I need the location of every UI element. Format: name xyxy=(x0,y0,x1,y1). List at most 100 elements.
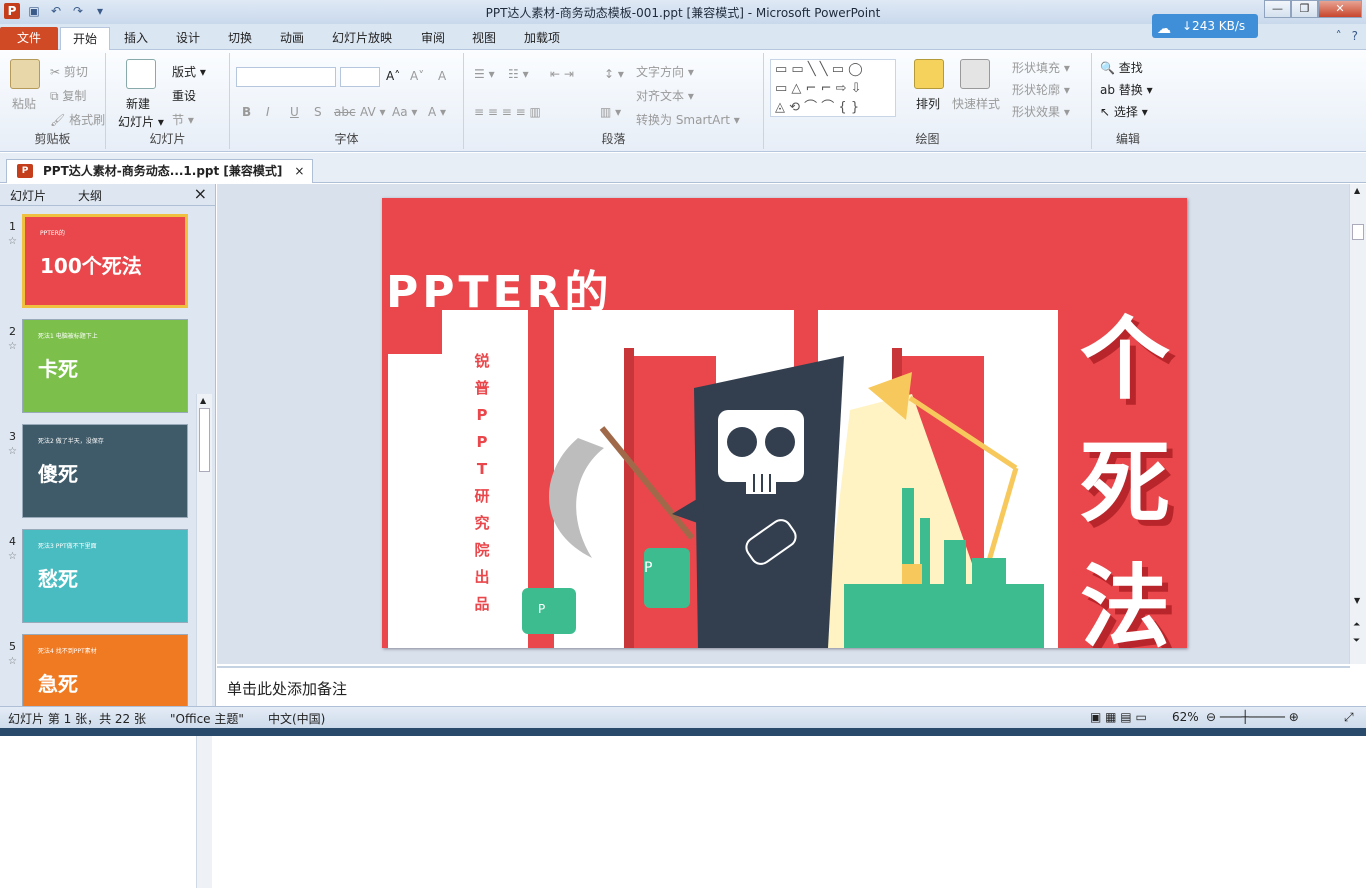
arrange-icon[interactable] xyxy=(914,59,944,89)
help-icon[interactable]: ? xyxy=(1352,29,1358,43)
slide-thumbnail[interactable]: 死法2 做了半天，没保存 傻死 xyxy=(22,424,188,518)
quick-styles-button[interactable]: 快速样式 xyxy=(952,95,1000,112)
tab-animations[interactable]: 动画 xyxy=(268,27,316,50)
paragraph-label: 段落 xyxy=(601,132,626,146)
chair xyxy=(644,548,690,608)
indent-icon[interactable]: ⇤ ⇥ xyxy=(550,67,574,81)
side-text: 锐普PPT研究院出品 xyxy=(474,352,490,613)
minimize-ribbon-icon[interactable]: ˄ xyxy=(1336,29,1342,43)
shape-fill-button[interactable]: 形状填充 ▾ xyxy=(1012,59,1070,76)
new-slide-icon[interactable] xyxy=(126,59,156,89)
prev-slide-icon[interactable]: ⏶ xyxy=(1353,620,1360,630)
slide-heading: PPTER的 xyxy=(386,267,613,318)
theme-name[interactable]: "Office 主题" xyxy=(170,710,244,727)
scroll-thumb-right[interactable] xyxy=(1352,224,1364,240)
cloud-icon: ☁ xyxy=(1157,21,1171,37)
scroll-up-right-icon[interactable]: ▲ xyxy=(1354,186,1360,195)
copy-button[interactable]: ⧉ 复制 xyxy=(50,87,86,104)
scroll-up-icon[interactable]: ▲ xyxy=(200,396,206,405)
tab-outline-pane[interactable]: 大纲 xyxy=(78,187,102,204)
shape-outline-button[interactable]: 形状轮廓 ▾ xyxy=(1012,81,1070,98)
new-slide-button[interactable]: 新建 xyxy=(126,95,150,112)
line-spacing-icon[interactable]: ↕ ▾ xyxy=(604,67,624,81)
quick-styles-icon[interactable] xyxy=(960,59,990,89)
font-size-combo[interactable] xyxy=(340,67,380,87)
numbering-icon[interactable]: ☷ ▾ xyxy=(508,67,529,81)
netspeed-badge: ☁ ↓243 KB/s xyxy=(1152,14,1258,38)
bold-button[interactable]: B xyxy=(242,105,251,119)
shapes-gallery[interactable]: ▭ ▭ ╲ ╲ ▭ ◯ ▭ △ ⌐ ⌐ ⇨ ⇩ ◬ ⟲ ⌒ ⌒ { } xyxy=(770,59,896,117)
align-icons[interactable]: ≡ ≡ ≡ ≡ ▥ xyxy=(474,105,541,119)
minimize-button[interactable]: — xyxy=(1264,0,1291,18)
align-text-button[interactable]: 对齐文本 ▾ xyxy=(636,87,694,104)
shrink-font-button[interactable]: A˅ xyxy=(410,69,424,83)
font-name-combo[interactable] xyxy=(236,67,336,87)
tab-slides-pane[interactable]: 幻灯片 xyxy=(10,187,46,204)
smartart-button[interactable]: 转换为 SmartArt ▾ xyxy=(636,111,740,128)
new-slide-dropdown[interactable]: 幻灯片 ▾ xyxy=(118,113,164,130)
panel-scrollbar[interactable]: ▲ xyxy=(196,394,212,888)
drawing-label: 绘图 xyxy=(915,132,940,146)
language[interactable]: 中文(中国) xyxy=(268,710,325,727)
view-buttons[interactable]: ▣ ▦ ▤ ▭ xyxy=(1090,710,1147,724)
grow-font-button[interactable]: A˄ xyxy=(386,69,400,83)
arrange-button[interactable]: 排列 xyxy=(916,95,940,112)
fit-slide-icon[interactable]: ⤢ xyxy=(1344,710,1354,725)
font-color-button[interactable]: A ▾ xyxy=(428,105,446,119)
reset-button[interactable]: 重设 xyxy=(172,87,196,104)
ribbon: 粘贴 ✂ 剪切 ⧉ 复制 🖌 格式刷 剪贴板 新建 幻灯片 ▾ 版式 ▾ 重设 … xyxy=(0,50,1366,152)
window-controls: — ❐ ✕ xyxy=(1264,0,1362,18)
tab-addins[interactable]: 加载项 xyxy=(512,27,572,50)
thumb-number: 1 xyxy=(9,220,16,233)
editing-group: 🔍 查找 ab 替换 ▾ ↖ 选择 ▾ 编辑 xyxy=(1092,53,1164,149)
notes-pane[interactable]: 单击此处添加备注 xyxy=(217,666,1350,706)
tab-review[interactable]: 审阅 xyxy=(409,27,457,50)
shadow-button[interactable]: S xyxy=(314,105,322,119)
close-doc-icon[interactable]: × xyxy=(294,160,304,182)
paste-button[interactable]: 粘贴 xyxy=(12,95,36,112)
clear-format-button[interactable]: A xyxy=(438,69,446,83)
section-button[interactable]: 节 ▾ xyxy=(172,111,194,128)
animation-star-icon: ☆ xyxy=(8,236,17,247)
shape-effects-button[interactable]: 形状效果 ▾ xyxy=(1012,103,1070,120)
bullets-icon[interactable]: ☰ ▾ xyxy=(474,67,495,81)
slide-thumbnail[interactable]: PPTER的 100个死法 xyxy=(22,214,188,308)
layout-button[interactable]: 版式 ▾ xyxy=(172,63,206,80)
tab-transitions[interactable]: 切换 xyxy=(216,27,264,50)
notes-placeholder: 单击此处添加备注 xyxy=(227,680,348,698)
document-tabs: P PPT达人素材-商务动态...1.ppt [兼容模式] × xyxy=(0,153,1366,183)
strikethrough-button[interactable]: abc xyxy=(334,105,356,119)
close-button[interactable]: ✕ xyxy=(1318,0,1362,18)
zoom-level[interactable]: 62% xyxy=(1172,710,1199,724)
tab-insert[interactable]: 插入 xyxy=(112,27,160,50)
select-button[interactable]: ↖ 选择 ▾ xyxy=(1100,103,1148,120)
find-button[interactable]: 🔍 查找 xyxy=(1100,59,1143,76)
clipboard-label: 剪贴板 xyxy=(34,132,71,146)
next-slide-icon[interactable]: ⏷ xyxy=(1353,636,1360,646)
tab-view[interactable]: 视图 xyxy=(460,27,508,50)
cut-button[interactable]: ✂ 剪切 xyxy=(50,63,88,80)
replace-button[interactable]: ab 替换 ▾ xyxy=(1100,81,1153,98)
paste-icon[interactable] xyxy=(10,59,40,89)
slide-thumbnail[interactable]: 死法3 PPT做不下里面 愁死 xyxy=(22,529,188,623)
tab-design[interactable]: 设计 xyxy=(164,27,212,50)
text-direction-button[interactable]: 文字方向 ▾ xyxy=(636,63,694,80)
tab-file[interactable]: 文件 xyxy=(0,27,58,50)
underline-button[interactable]: U xyxy=(290,105,299,119)
format-painter-button[interactable]: 🖌 格式刷 xyxy=(50,111,105,128)
document-tab[interactable]: P PPT达人素材-商务动态...1.ppt [兼容模式] × xyxy=(6,159,314,183)
close-panel-icon[interactable]: × xyxy=(194,184,207,203)
tab-home[interactable]: 开始 xyxy=(60,27,111,50)
scroll-down-right-icon[interactable]: ▼ xyxy=(1354,596,1360,605)
slide-canvas[interactable]: PPTER的 锐普PPT研究院出品 个死法 P P xyxy=(382,198,1187,648)
italic-button[interactable]: I xyxy=(266,105,270,119)
restore-button[interactable]: ❐ xyxy=(1291,0,1318,18)
slide-thumbnail[interactable]: 死法1 电脑被标题下上 卡死 xyxy=(22,319,188,413)
tab-slideshow[interactable]: 幻灯片放映 xyxy=(320,27,404,50)
char-spacing-button[interactable]: AV ▾ xyxy=(360,105,386,119)
columns-icon[interactable]: ▥ ▾ xyxy=(600,105,621,119)
zoom-slider[interactable]: ⊖ ───┼───── ⊕ xyxy=(1206,710,1299,724)
scroll-thumb[interactable] xyxy=(199,408,210,472)
change-case-button[interactable]: Aa ▾ xyxy=(392,105,417,119)
edit-scrollbar[interactable]: ▲ ▼ ⏶ ⏷ xyxy=(1349,184,1366,664)
